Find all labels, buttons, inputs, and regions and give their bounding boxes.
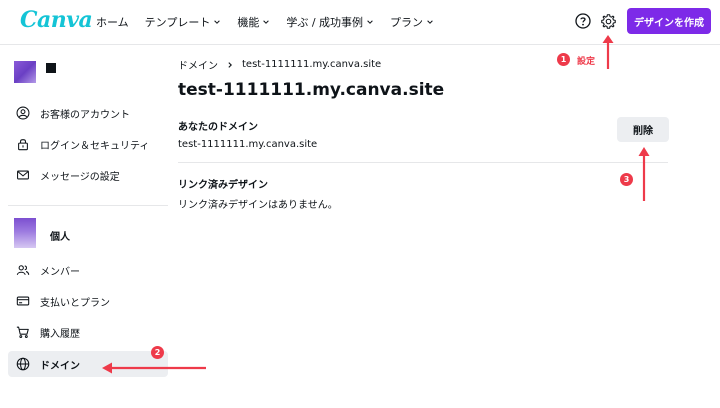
cart-icon: [16, 326, 29, 338]
people-icon: [16, 265, 30, 275]
sidebar-item-label: メッセージの設定: [40, 171, 120, 183]
envelope-icon: [17, 170, 29, 180]
nav-learn-label: 学ぶ / 成功事例: [286, 16, 364, 29]
chevron-right-icon: [228, 61, 232, 68]
linked-designs-label: リンク済みデザイン: [178, 180, 268, 191]
user-avatar: [14, 61, 36, 83]
team-avatar: [14, 218, 36, 248]
chevron-down-icon: [427, 20, 433, 24]
user-circle-icon: [16, 106, 30, 120]
chevron-down-icon: [263, 20, 270, 24]
annotation-label-settings: 設定: [577, 57, 596, 67]
sidebar-item-label: 支払いとプラン: [40, 297, 110, 309]
nav-learn[interactable]: 学ぶ / 成功事例: [286, 14, 374, 30]
nav-features[interactable]: 機能: [237, 14, 270, 30]
canva-logo[interactable]: Canva: [20, 7, 93, 33]
annotation-arrow-left-icon: [102, 362, 206, 374]
linked-designs-value: リンク済みデザインはありません。: [178, 200, 338, 211]
sidebar-item-label: ログイン＆セキュリティ: [40, 140, 150, 152]
sidebar-item-label: お客様のアカウント: [40, 109, 130, 121]
help-circle-icon[interactable]: [575, 13, 591, 29]
sidebar-item-label: 購入履歴: [40, 328, 80, 340]
create-design-button[interactable]: デザインを作成: [627, 8, 711, 34]
breadcrumb-domains[interactable]: ドメイン: [178, 57, 218, 72]
sidebar-item-members[interactable]: メンバー: [8, 257, 168, 283]
sidebar-divider: [8, 205, 168, 206]
delete-button[interactable]: 削除: [617, 117, 669, 142]
nav-home-label: ホーム: [96, 16, 129, 29]
lock-icon: [18, 139, 28, 151]
settings-sidebar: お客様のアカウント ログイン＆セキュリティ メッセージの設定 個人 メンバー 支…: [0, 46, 170, 408]
sidebar-item-security[interactable]: ログイン＆セキュリティ: [8, 131, 168, 157]
chevron-down-icon: [367, 20, 373, 24]
your-domain-value: test-1111111.my.canva.site: [178, 139, 318, 150]
annotation-arrow-up-icon: [638, 147, 650, 201]
sidebar-item-messages[interactable]: メッセージの設定: [8, 162, 168, 188]
section-divider: [178, 162, 668, 163]
sidebar-item-label: ドメイン: [40, 360, 80, 372]
sidebar-item-label: メンバー: [40, 266, 80, 278]
sidebar-item-billing[interactable]: 支払いとプラン: [8, 288, 168, 314]
globe-icon: [16, 357, 30, 371]
team-name: 個人: [50, 232, 70, 243]
main-nav: ホーム テンプレート 機能 学ぶ / 成功事例 プラン: [96, 14, 434, 30]
your-domain-label: あなたのドメイン: [178, 122, 258, 133]
annotation-badge-3: 3: [620, 173, 633, 186]
chevron-down-icon: [214, 20, 221, 24]
breadcrumb: ドメイン test-1111111.my.canva.site: [178, 57, 381, 72]
sidebar-item-purchases[interactable]: 購入履歴: [8, 319, 168, 345]
annotation-arrow-up-icon: [602, 35, 614, 69]
nav-templates-label: テンプレート: [144, 16, 211, 29]
nav-plans[interactable]: プラン: [390, 14, 434, 30]
nav-templates[interactable]: テンプレート: [145, 14, 222, 30]
user-name-redacted: [46, 63, 56, 73]
annotation-badge-1: 1: [557, 53, 570, 66]
sidebar-item-account[interactable]: お客様のアカウント: [8, 100, 168, 126]
page-title: test-1111111.my.canva.site: [178, 80, 445, 100]
credit-card-icon: [16, 296, 30, 306]
nav-plans-label: プラン: [390, 16, 424, 29]
nav-features-label: 機能: [237, 16, 260, 29]
nav-home[interactable]: ホーム: [96, 14, 129, 30]
breadcrumb-current: test-1111111.my.canva.site: [242, 59, 382, 70]
annotation-badge-2: 2: [151, 346, 164, 359]
gear-icon[interactable]: [600, 13, 617, 30]
